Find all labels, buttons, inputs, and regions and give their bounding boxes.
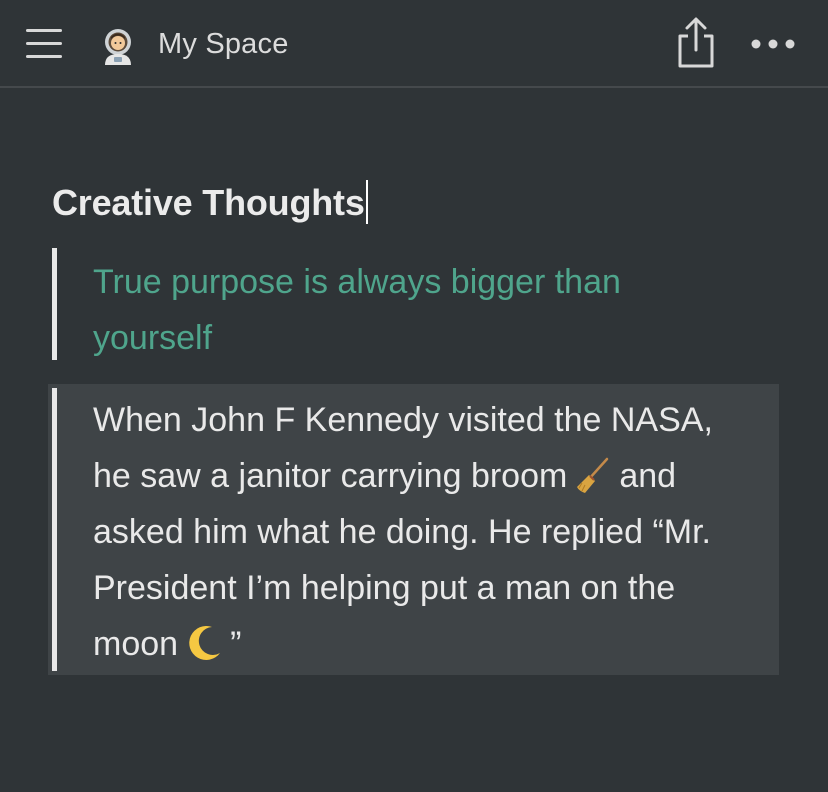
callout-text-part-3: ” (230, 625, 242, 663)
more-icon[interactable] (750, 38, 796, 50)
heading-text: Creative Thoughts (52, 182, 365, 223)
heading-block[interactable]: Creative Thoughts (52, 180, 368, 226)
callout-bar (52, 388, 57, 671)
broom-icon (577, 457, 609, 493)
hamburger-menu-icon[interactable] (26, 29, 62, 59)
quote-text: True purpose is always bigger than yours… (93, 263, 621, 357)
astronaut-icon[interactable] (97, 25, 139, 67)
crescent-moon-icon (189, 625, 221, 660)
share-icon[interactable] (672, 16, 720, 70)
page-content: Creative Thoughts True purpose is always… (0, 88, 828, 792)
callout-block[interactable]: When John F Kennedy visited the NASA, he… (48, 384, 779, 675)
quote-bar (52, 248, 57, 360)
text-cursor (365, 180, 368, 224)
top-bar: My Space (0, 0, 828, 88)
callout-text: When John F Kennedy visited the NASA, he… (93, 392, 733, 672)
page-title[interactable]: My Space (158, 26, 289, 62)
